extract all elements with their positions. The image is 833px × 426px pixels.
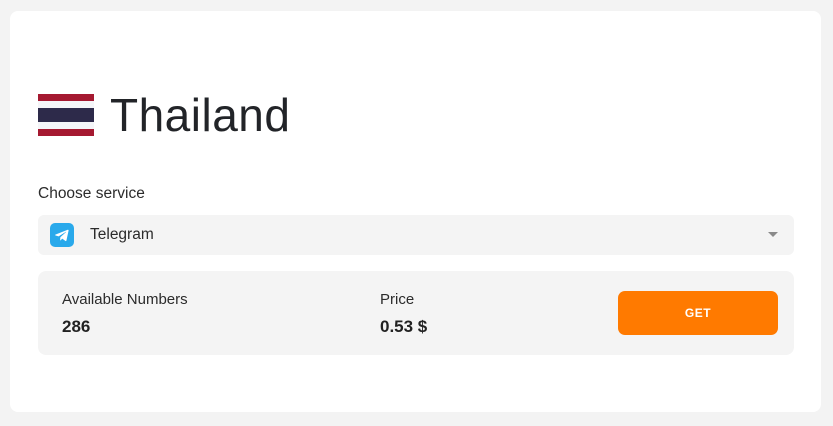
telegram-icon <box>50 223 74 247</box>
get-button[interactable]: GET <box>618 291 778 335</box>
country-card: Thailand Choose service Telegram Availab… <box>10 11 821 412</box>
country-title: Thailand <box>110 89 291 141</box>
choose-service-label: Choose service <box>38 185 145 202</box>
offer-panel: Available Numbers 286 Price 0.53 $ GET <box>38 271 794 355</box>
price-value: 0.53 $ <box>380 317 428 336</box>
price-label: Price <box>380 291 415 308</box>
service-select[interactable]: Telegram <box>38 215 794 255</box>
country-heading: Thailand <box>38 87 290 143</box>
chevron-down-icon[interactable] <box>768 232 778 237</box>
service-select-value: Telegram <box>90 226 154 243</box>
thailand-flag-icon <box>38 94 94 136</box>
available-numbers-value: 286 <box>62 317 91 336</box>
available-numbers-label: Available Numbers <box>62 291 188 308</box>
